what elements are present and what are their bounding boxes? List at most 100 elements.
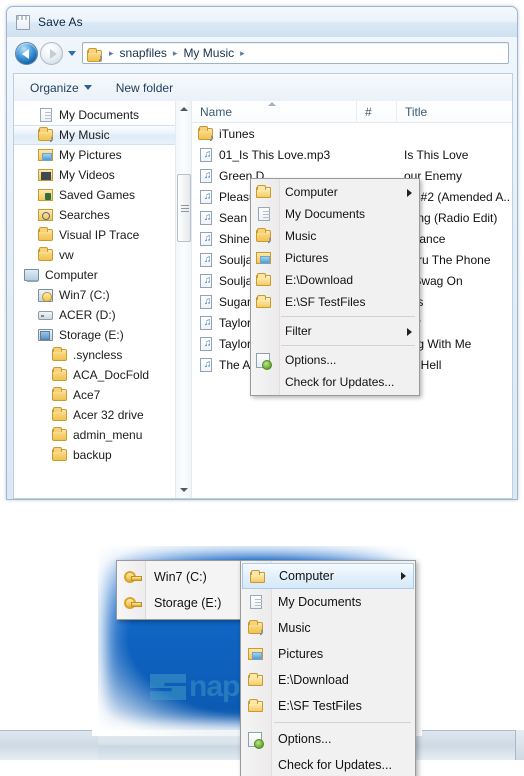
context-menu[interactable]: Computer My Documents Music Pictures E:\Down… bbox=[250, 178, 420, 396]
documents-icon bbox=[248, 594, 264, 610]
vertical-scroll-thumb[interactable] bbox=[177, 174, 191, 242]
sidebar-item-searches[interactable]: Searches bbox=[14, 205, 191, 225]
breadcrumb-item-snapfiles[interactable]: snapfiles bbox=[118, 46, 169, 60]
breadcrumb-separator-0: ▸ bbox=[109, 47, 114, 58]
breadcrumb-item-my-music[interactable]: My Music bbox=[181, 46, 236, 60]
chevron-down-icon[interactable] bbox=[66, 43, 78, 63]
submenu-arrow-icon bbox=[401, 572, 406, 580]
sidebar-item-my-music[interactable]: My Music bbox=[14, 125, 191, 145]
menu-separator bbox=[274, 722, 411, 723]
folder-icon bbox=[52, 387, 68, 403]
menu-item-check-for-updates[interactable]: Check for Updates... bbox=[241, 752, 415, 776]
sidebar-item-label: Visual IP Trace bbox=[59, 228, 140, 242]
submenu-item-label: Storage (E:) bbox=[154, 596, 222, 610]
music-folder-icon bbox=[198, 125, 214, 142]
sidebar-item-acer-d[interactable]: ACER (D:) bbox=[14, 305, 191, 325]
sidebar-item-label: My Videos bbox=[59, 168, 115, 182]
menu-item-e-sf-testfiles[interactable]: E:\SF TestFiles bbox=[251, 291, 419, 313]
menu-item-my-documents[interactable]: My Documents bbox=[251, 203, 419, 225]
sidebar-item-my-documents[interactable]: My Documents bbox=[14, 105, 191, 125]
menu-item-computer[interactable]: Computer bbox=[251, 181, 419, 203]
folder-tree: My Documents My Music My Pictures My Videos… bbox=[14, 101, 191, 465]
sidebar-item-label: My Pictures bbox=[59, 148, 122, 162]
sidebar-item-backup[interactable]: backup bbox=[14, 445, 191, 465]
show-desktop-button[interactable] bbox=[515, 730, 524, 760]
folder-icon bbox=[52, 367, 68, 383]
file-title-cell: Is This Love bbox=[404, 147, 469, 162]
menu-item-label: Computer bbox=[285, 185, 338, 199]
computer-icon bbox=[24, 267, 40, 283]
sidebar-item-storage-e[interactable]: Storage (E:) bbox=[14, 325, 191, 345]
navigation-scrollbar[interactable] bbox=[175, 101, 191, 498]
sidebar-item-win7-c[interactable]: Win7 (C:) bbox=[14, 285, 191, 305]
menu-separator bbox=[281, 316, 415, 317]
sidebar-item-vw[interactable]: vw bbox=[14, 245, 191, 265]
organize-button[interactable]: Organize bbox=[30, 81, 92, 95]
menu-item-e-download[interactable]: E:\Download bbox=[241, 667, 415, 693]
menu-item-my-documents[interactable]: My Documents bbox=[241, 589, 415, 615]
menu-item-label: My Documents bbox=[278, 595, 362, 609]
table-row[interactable]: iTunes bbox=[192, 123, 512, 144]
optical-drive-icon bbox=[38, 307, 54, 323]
mp3-file-icon bbox=[198, 252, 214, 268]
back-arrow-icon[interactable] bbox=[15, 41, 38, 65]
breadcrumb-separator-1: ▸ bbox=[172, 47, 178, 58]
menu-item-options[interactable]: Options... bbox=[251, 349, 419, 371]
scroll-down-arrow-icon[interactable] bbox=[176, 482, 191, 498]
sidebar-item-computer[interactable]: Computer bbox=[14, 265, 191, 285]
sidebar-item-syncless[interactable]: .syncless bbox=[14, 345, 191, 365]
caret-down-icon bbox=[83, 85, 92, 90]
sidebar-item-visual-ip-trace[interactable]: Visual IP Trace bbox=[14, 225, 191, 245]
sidebar-item-label: My Documents bbox=[59, 108, 140, 122]
menu-item-music[interactable]: Music bbox=[241, 615, 415, 641]
menu-item-e-download[interactable]: E:\Download bbox=[251, 269, 419, 291]
menu-item-music[interactable]: Music bbox=[251, 225, 419, 247]
sidebar-item-label: Saved Games bbox=[59, 188, 136, 202]
menu-item-label: Options... bbox=[278, 732, 332, 746]
sidebar-item-aca-docfold[interactable]: ACA_DocFold bbox=[14, 365, 191, 385]
menu-item-label: Pictures bbox=[285, 251, 329, 265]
options-icon bbox=[256, 352, 272, 370]
sidebar-item-my-pictures[interactable]: My Pictures bbox=[14, 145, 191, 165]
menu-item-pictures[interactable]: Pictures bbox=[251, 247, 419, 269]
mp3-file-icon bbox=[198, 336, 214, 352]
submenu-item-storage-e[interactable]: Storage (E:) bbox=[117, 590, 242, 616]
menu-item-options[interactable]: Options... bbox=[241, 726, 415, 752]
music-folder-icon bbox=[87, 46, 103, 64]
windows-drive-icon bbox=[38, 287, 54, 303]
table-row[interactable]: 01_Is This Love.mp3 Is This Love bbox=[192, 144, 512, 165]
menu-item-pictures[interactable]: Pictures bbox=[241, 641, 415, 667]
column-header-title[interactable]: Title bbox=[396, 101, 512, 122]
menu-item-label: Music bbox=[285, 229, 317, 243]
column-header-number[interactable]: # bbox=[356, 101, 396, 122]
breadcrumb[interactable]: ▸ snapfiles ▸ My Music ▸ bbox=[82, 42, 509, 64]
menu-item-filter[interactable]: Filter bbox=[251, 320, 419, 342]
column-headers: Name # Title bbox=[192, 101, 512, 123]
menu-item-check-for-updates[interactable]: Check for Updates... bbox=[251, 371, 419, 393]
menu-item-e-sf-testfiles[interactable]: E:\SF TestFiles bbox=[241, 693, 415, 719]
submenu-item-label: Win7 (C:) bbox=[154, 570, 207, 584]
computer-submenu[interactable]: Win7 (C:) Storage (E:) bbox=[116, 560, 243, 620]
menu-item-label: E:\Download bbox=[278, 673, 349, 687]
submenu-item-win7-c[interactable]: Win7 (C:) bbox=[117, 564, 242, 590]
scroll-up-arrow-icon[interactable] bbox=[176, 101, 191, 117]
sidebar-item-saved-games[interactable]: Saved Games bbox=[14, 185, 191, 205]
sidebar-item-label: Acer 32 drive bbox=[73, 408, 144, 422]
music-folder-icon bbox=[248, 620, 264, 638]
mp3-file-icon bbox=[198, 210, 214, 226]
sidebar-item-my-videos[interactable]: My Videos bbox=[14, 165, 191, 185]
sidebar-item-admin-menu[interactable]: admin_menu bbox=[14, 425, 191, 445]
sidebar-item-acer-32-drive[interactable]: Acer 32 drive bbox=[14, 405, 191, 425]
menu-item-label: E:\SF TestFiles bbox=[285, 295, 366, 309]
new-folder-button[interactable]: New folder bbox=[116, 81, 173, 95]
sidebar-item-ace7[interactable]: Ace7 bbox=[14, 385, 191, 405]
pictures-folder-icon bbox=[38, 147, 54, 163]
pictures-folder-icon bbox=[248, 646, 264, 662]
column-header-name[interactable]: Name bbox=[192, 101, 356, 122]
music-folder-icon bbox=[256, 228, 272, 246]
documents-folder-icon bbox=[38, 107, 54, 123]
desktop-context-menu[interactable]: Computer My Documents Music Pictures E:\Down… bbox=[240, 560, 416, 776]
menu-item-computer[interactable]: Computer bbox=[242, 563, 414, 589]
forward-arrow-icon[interactable] bbox=[40, 41, 63, 65]
mp3-file-icon bbox=[198, 168, 214, 184]
